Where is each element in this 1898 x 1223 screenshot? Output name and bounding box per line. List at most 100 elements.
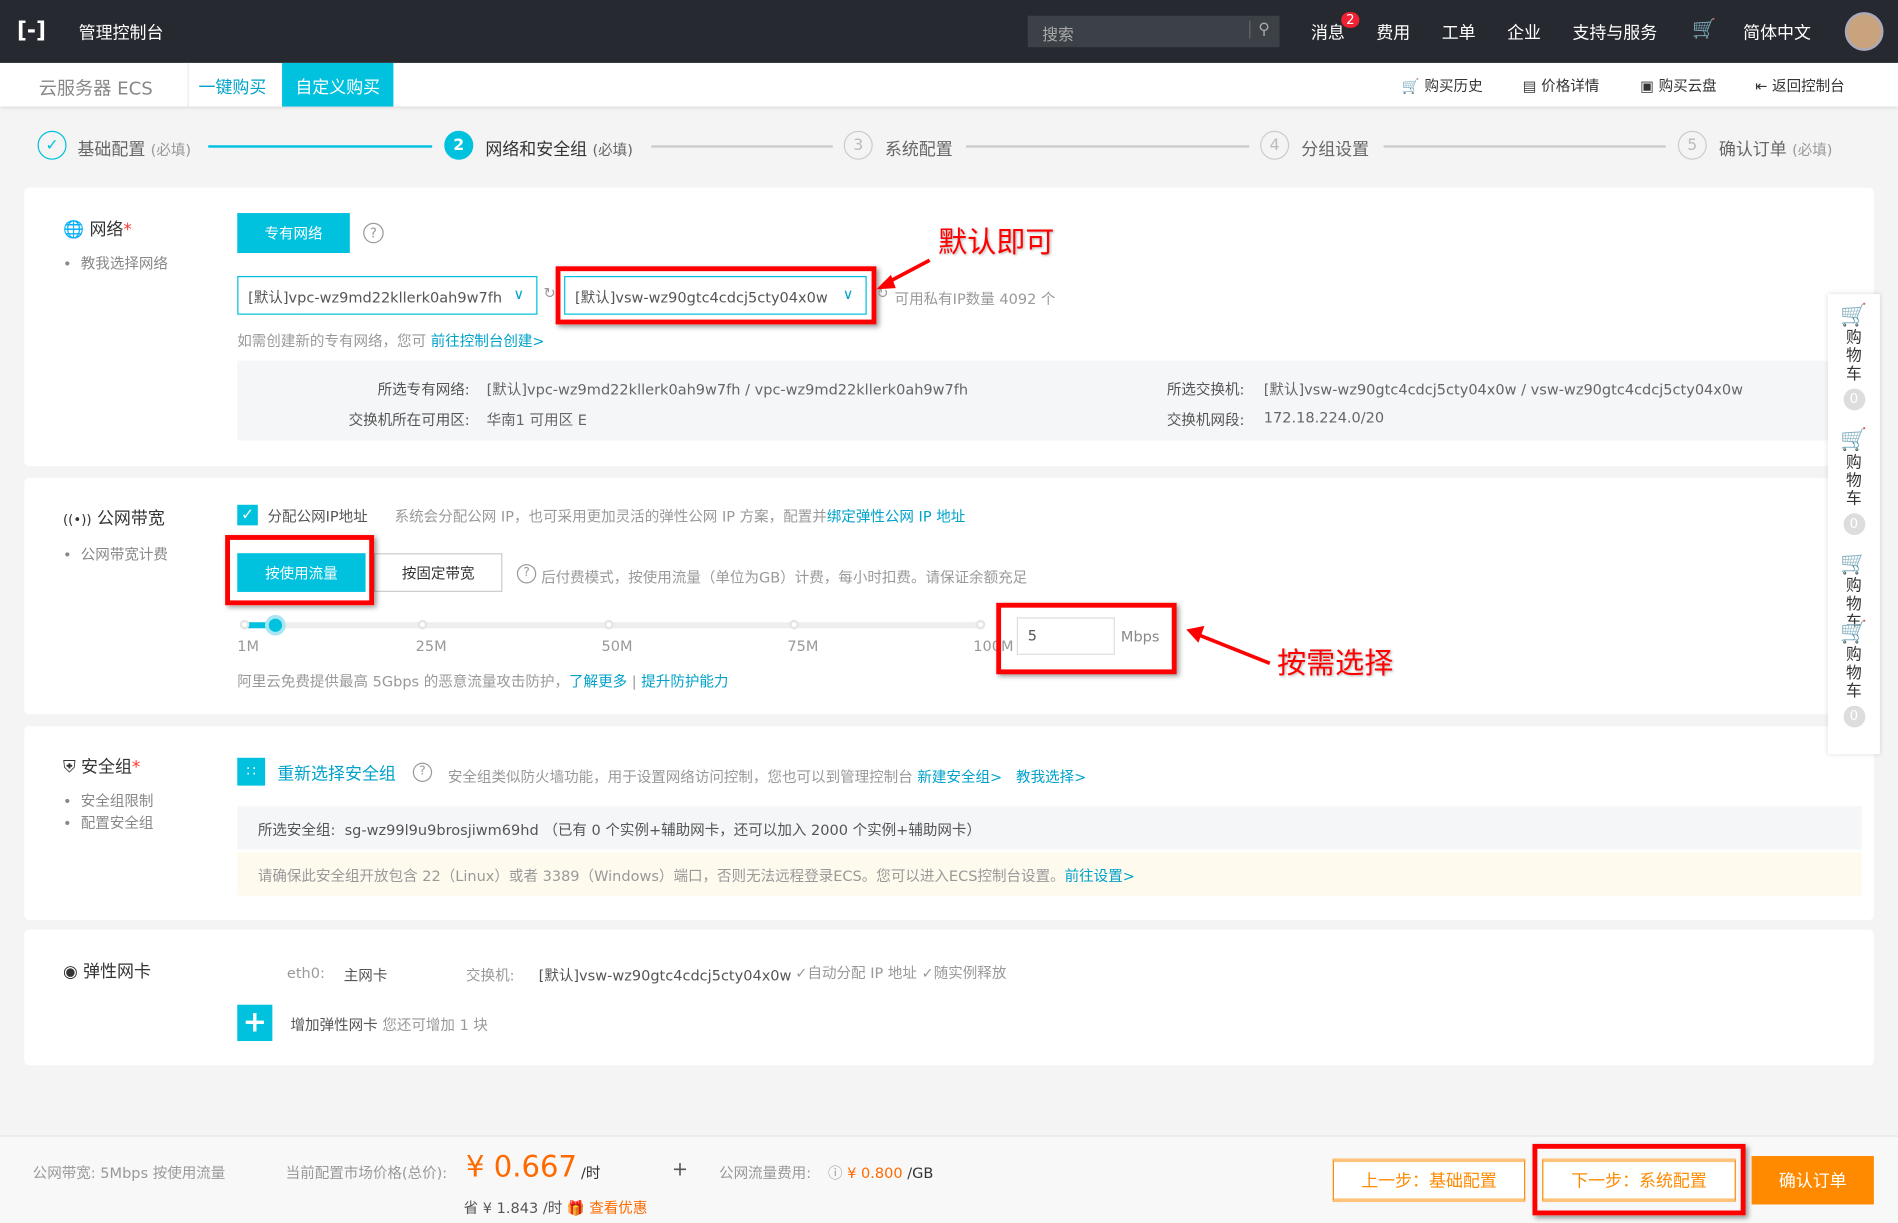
purchase-history-button[interactable]: 🛒 购买历史 — [1402, 75, 1483, 96]
eni-vsw-label: 交换机: — [466, 967, 515, 985]
billing-desc: 后付费模式，按使用流量（单位为GB）计费，每小时扣费。请保证余额充足 — [541, 568, 1028, 586]
slider-tick-label: 1M — [237, 637, 260, 655]
tab-quick-buy[interactable]: 一键购买 — [187, 62, 276, 107]
chevron-down-icon: ∨ — [513, 285, 525, 303]
billing-fixed-button[interactable]: 按固定带宽 — [374, 553, 503, 592]
sub-header: 云服务器 ECS 一键购买 自定义购买 🛒 购买历史 ▤ 价格详情 ▣ 购买云盘… — [0, 62, 1898, 107]
top-bar: [-] 管理控制台 搜索 ⚲ 消息 2 费用 工单 企业 支持与服务 🛒 简体中文 — [0, 0, 1898, 63]
back-to-console-button[interactable]: ⇤ 返回控制台 — [1755, 75, 1844, 96]
cart-icon: 🛒 — [1840, 302, 1868, 329]
eni-label: ◉ 弹性网卡 — [62, 962, 151, 982]
disk-icon: ▣ — [1640, 77, 1654, 95]
reselect-sg-link[interactable]: 重新选择安全组 — [277, 761, 396, 785]
vsw-info-value: [默认]vsw-wz90gtc4cdcj5cty04x0w / vsw-wz90… — [1263, 381, 1744, 399]
nav-enterprise[interactable]: 企业 — [1507, 21, 1541, 45]
nav-support[interactable]: 支持与服务 — [1572, 21, 1657, 45]
highlight-box — [1532, 1143, 1746, 1216]
upgrade-protection-link[interactable]: 提升防护能力 — [641, 673, 728, 690]
help-icon[interactable]: ? — [412, 762, 433, 782]
eni-section — [24, 929, 1874, 1066]
create-vpc-hint: 如需创建新的专有网络，您可 前往控制台创建> — [237, 332, 545, 350]
vpc-select[interactable]: [默认]vpc-wz9md22kllerk0ah9w7fh ∨ — [237, 275, 538, 315]
step-4-number: 4 — [1260, 130, 1290, 160]
slider-tick-label: 50M — [601, 637, 633, 655]
vpc-info-value: [默认]vpc-wz9md22kllerk0ah9w7fh / vpc-wz9m… — [486, 381, 969, 399]
step-divider — [1383, 145, 1666, 148]
bandwidth-slider-handle[interactable] — [264, 614, 286, 636]
annotation-arrow — [1186, 625, 1271, 666]
assign-ip-label[interactable]: 分配公网IP地址 — [268, 506, 368, 527]
shield-icon: ⛨ — [62, 757, 76, 778]
nav-fees[interactable]: 费用 — [1376, 21, 1410, 45]
bandwidth-label: ((•)) 公网带宽 — [62, 509, 165, 529]
confirm-order-button[interactable]: 确认订单 — [1751, 1156, 1874, 1205]
nav-messages[interactable]: 消息 — [1311, 21, 1345, 45]
grid-icon[interactable]: ∷ — [237, 757, 266, 786]
sg-limit-link[interactable]: • 安全组限制 — [63, 790, 153, 811]
step-5-label: 确认订单 (必填) — [1718, 140, 1833, 160]
cart-count: 0 — [1842, 388, 1865, 411]
traffic-fee: ⓘ ¥ 0.800 /GB — [827, 1164, 934, 1182]
slider-tick[interactable] — [603, 619, 614, 630]
step-2-label: 网络和安全组 (必填) — [485, 140, 633, 160]
step-1-label: 基础配置 (必填) — [77, 140, 192, 160]
cart-icon: 🛒 — [1840, 427, 1868, 453]
logo-icon[interactable]: [-] — [17, 18, 46, 43]
avatar[interactable] — [1844, 12, 1884, 51]
broadcast-icon: ((•)) — [62, 512, 92, 528]
add-eni-button[interactable]: + — [237, 1004, 273, 1042]
console-title[interactable]: 管理控制台 — [79, 21, 164, 45]
network-help-link[interactable]: • 教我选择网络 — [63, 253, 168, 274]
slider-tick-label: 75M — [787, 637, 819, 655]
back-icon: ⇤ — [1755, 77, 1768, 95]
price-details-button[interactable]: ▤ 价格详情 — [1523, 75, 1599, 96]
sg-config-link[interactable]: • 配置安全组 — [63, 812, 153, 833]
search-icon[interactable]: ⚲ — [1249, 20, 1270, 39]
eni-options: ✓自动分配 IP 地址 ✓随实例释放 — [795, 964, 1007, 982]
cart-widget[interactable]: 🛒 购物车 0 — [1828, 427, 1880, 536]
price-value: ¥ 0.667 — [466, 1149, 577, 1184]
cidr-info-value: 172.18.224.0/20 — [1263, 409, 1385, 427]
nav-language[interactable]: 简体中文 — [1743, 21, 1811, 45]
prev-step-button[interactable]: 上一步：基础配置 — [1332, 1158, 1526, 1203]
eni-vsw-value: [默认]vsw-wz90gtc4cdcj5cty04x0w — [538, 967, 792, 985]
cart-icon: 🛒 — [1840, 619, 1868, 646]
ddos-text: 阿里云免费提供最高 5Gbps 的恶意流量攻击防护，了解更多 | 提升防护能力 — [237, 673, 729, 690]
bandwidth-help-link[interactable]: • 公网带宽计费 — [63, 544, 168, 565]
security-group-label: ⛨ 安全组* — [62, 757, 141, 778]
cart-widget[interactable]: 🛒 购物车 0 — [1828, 302, 1880, 411]
help-icon[interactable]: ? — [363, 222, 384, 244]
tab-custom-buy[interactable]: 自定义购买 — [282, 62, 394, 107]
eni-eth: eth0: — [286, 964, 325, 982]
search-input[interactable]: 搜索 ⚲ — [1027, 15, 1280, 48]
bind-eip-link[interactable]: 绑定弹性公网 IP 地址 — [827, 508, 965, 525]
cart-icon: 🛒 — [1840, 554, 1868, 577]
create-vpc-link[interactable]: 前往控制台创建> — [431, 333, 545, 350]
help-icon[interactable]: ? — [516, 564, 537, 584]
goto-settings-link[interactable]: 前往设置> — [1065, 868, 1135, 885]
cart-widget[interactable]: 🛒 购物车 0 — [1828, 619, 1880, 728]
annotation-choose: 按需选择 — [1277, 646, 1394, 681]
cart-widget[interactable]: 🛒 购物车 — [1828, 554, 1880, 627]
refresh-icon[interactable]: ↻ — [544, 284, 556, 301]
vpc-type-button[interactable]: 专有网络 — [237, 213, 350, 253]
cart-count: 0 — [1842, 513, 1865, 536]
assign-ip-checkbox[interactable]: ✓ — [237, 504, 258, 526]
traffic-fee-label: 公网流量费用: — [719, 1164, 812, 1182]
price-label: 当前配置市场价格(总价): — [285, 1164, 448, 1182]
nav-tickets[interactable]: 工单 — [1442, 21, 1476, 45]
message-badge: 2 — [1341, 12, 1360, 28]
learn-more-link[interactable]: 了解更多 — [569, 673, 627, 690]
cart-icon: 🛒 — [1401, 77, 1420, 95]
cart-count: 0 — [1842, 705, 1865, 728]
sg-guide-link[interactable]: 教我选择> — [1016, 769, 1086, 786]
slider-tick[interactable] — [239, 619, 250, 630]
sg-warning-box: 请确保此安全组开放包含 22（Linux）或者 3389（Windows）端口，… — [237, 852, 1862, 896]
search-placeholder: 搜索 — [1042, 26, 1074, 45]
cart-icon[interactable]: 🛒 — [1692, 17, 1716, 40]
buy-disk-button[interactable]: ▣ 购买云盘 — [1640, 75, 1716, 96]
create-sg-link[interactable]: 新建安全组> — [917, 769, 1002, 786]
view-discount-link[interactable]: 🎁 查看优惠 — [567, 1197, 648, 1218]
slider-tick[interactable] — [975, 619, 986, 630]
help-icon: ⓘ — [827, 1164, 843, 1182]
